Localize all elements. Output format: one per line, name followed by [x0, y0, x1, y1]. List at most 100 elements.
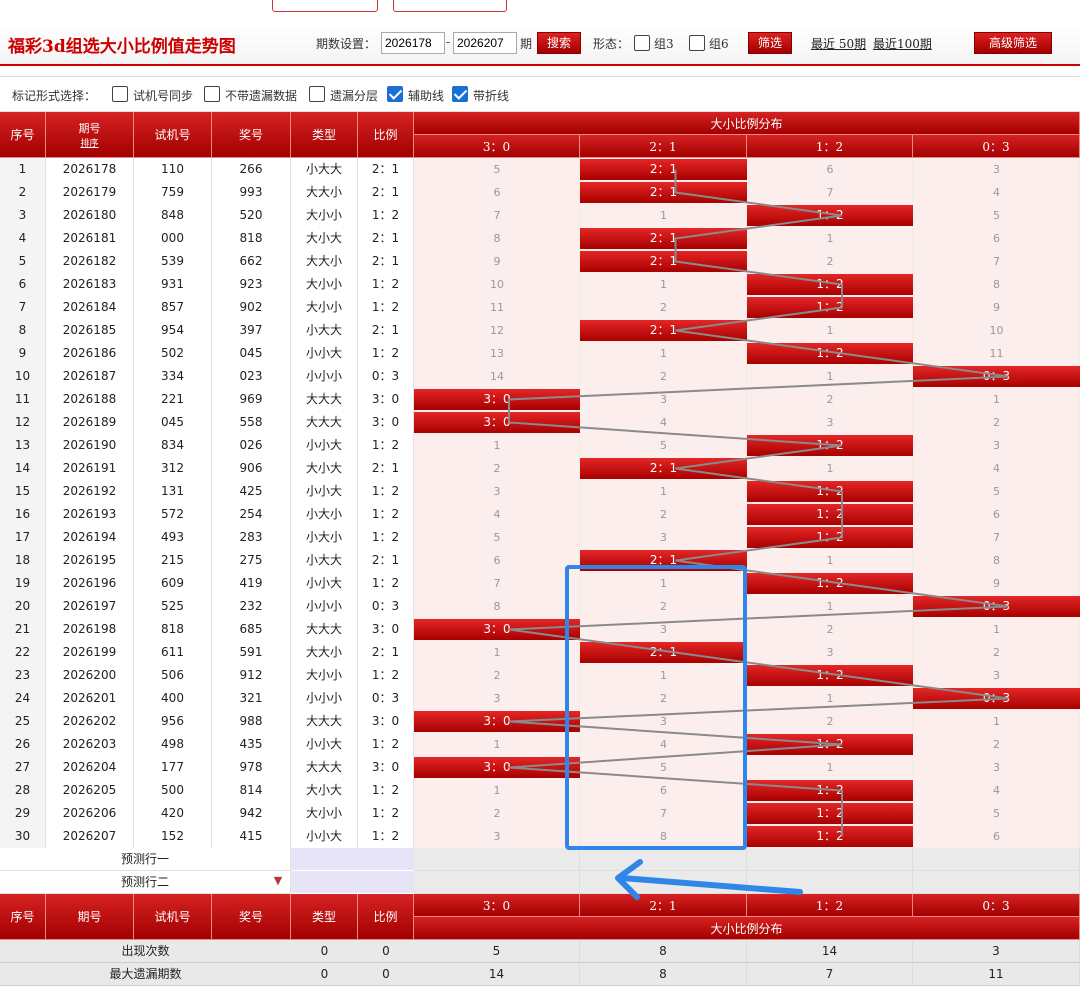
predict-cell[interactable] — [747, 871, 913, 894]
row-trial: 609 — [134, 572, 212, 595]
period-end-input[interactable] — [453, 32, 517, 54]
dist-hit-marker: 1：2 — [747, 780, 913, 801]
expand-arrow-icon[interactable]: ▼ — [270, 871, 286, 894]
miss-count: 6 — [826, 163, 834, 176]
row-ratio: 3：0 — [358, 388, 414, 411]
option-polyline-checkbox[interactable] — [452, 86, 468, 102]
row-trial: 110 — [134, 158, 212, 181]
miss-count: 2 — [826, 715, 834, 728]
trend-table: 序号 期号 排序 试机号 奖号 类型 比例 大小比例分布 3：0 2：1 1：2 0：3 1 202617… — [0, 112, 1080, 994]
row-ratio: 3：0 — [358, 618, 414, 641]
predict-cell[interactable] — [414, 848, 580, 871]
row-draw: 023 — [212, 365, 291, 388]
option-trial-sync-checkbox[interactable] — [112, 86, 128, 102]
row-trial: 152 — [134, 825, 212, 848]
miss-count: 6 — [493, 554, 501, 567]
miss-count: 1 — [493, 738, 501, 751]
search-button[interactable]: 搜索 — [537, 32, 581, 54]
row-type: 大大小 — [291, 250, 358, 273]
miss-count: 1 — [826, 370, 834, 383]
row-draw: 978 — [212, 756, 291, 779]
shape-zu6-checkbox[interactable] — [689, 35, 705, 51]
row-ratio: 1：2 — [358, 204, 414, 227]
row-seq: 25 — [0, 710, 46, 733]
predict-cell[interactable] — [913, 848, 1080, 871]
row-draw: 558 — [212, 411, 291, 434]
shape-zu3-checkbox[interactable] — [634, 35, 650, 51]
dist-hit-marker: 1：2 — [747, 274, 913, 295]
option-label: 辅助线 — [408, 89, 445, 103]
predict-cell[interactable] — [913, 871, 1080, 894]
miss-count: 3 — [826, 416, 834, 429]
predict-cell[interactable] — [747, 848, 913, 871]
option-miss-layer-checkbox[interactable] — [309, 86, 325, 102]
sort-toggle[interactable]: 排序 — [80, 136, 98, 149]
dist-hit-marker: 3：0 — [414, 711, 580, 732]
miss-count: 7 — [993, 255, 1000, 268]
row-seq: 28 — [0, 779, 46, 802]
miss-count: 10 — [490, 278, 504, 291]
row-period: 2026200 — [46, 664, 134, 687]
row-ratio: 0：3 — [358, 365, 414, 388]
miss-count: 2 — [826, 623, 834, 636]
recent-50-link[interactable]: 最近 50期 — [811, 35, 866, 52]
option-label: 试机号同步 — [133, 89, 194, 103]
top-button[interactable] — [393, 0, 507, 12]
row-period: 2026193 — [46, 503, 134, 526]
row-draw: 969 — [212, 388, 291, 411]
row-ratio: 1：2 — [358, 572, 414, 595]
row-trial: 502 — [134, 342, 212, 365]
row-seq: 15 — [0, 480, 46, 503]
option-no-miss-checkbox[interactable] — [204, 86, 220, 102]
row-ratio: 1：2 — [358, 434, 414, 457]
predict-input-area[interactable] — [291, 871, 414, 894]
row-type: 小小大 — [291, 434, 358, 457]
miss-count: 3 — [493, 485, 501, 498]
row-period: 2026186 — [46, 342, 134, 365]
filter-button[interactable]: 筛选 — [748, 32, 792, 54]
row-trial: 848 — [134, 204, 212, 227]
row-seq: 18 — [0, 549, 46, 572]
row-seq: 11 — [0, 388, 46, 411]
predict-cell[interactable] — [414, 871, 580, 894]
row-seq: 6 — [0, 273, 46, 296]
dist-hit-marker: 1：2 — [747, 573, 913, 594]
row-trial: 131 — [134, 480, 212, 503]
header-trial: 试机号 — [134, 112, 212, 158]
advanced-filter-button[interactable]: 高级筛选 — [974, 32, 1052, 54]
dist-hit-marker: 1：2 — [747, 734, 913, 755]
row-ratio: 1：2 — [358, 503, 414, 526]
row-seq: 3 — [0, 204, 46, 227]
top-button[interactable] — [272, 0, 378, 12]
recent-100-link[interactable]: 最近100期 — [873, 35, 932, 52]
period-start-input[interactable] — [381, 32, 445, 54]
dist-hit-marker: 1：2 — [747, 297, 913, 318]
row-trial: 956 — [134, 710, 212, 733]
row-draw: 906 — [212, 457, 291, 480]
dist-hit-marker: 1：2 — [747, 665, 913, 686]
predict-cell[interactable] — [580, 871, 747, 894]
row-trial: 215 — [134, 549, 212, 572]
row-ratio: 1：2 — [358, 802, 414, 825]
predict-input-area[interactable] — [291, 848, 414, 871]
predict-cell[interactable] — [580, 848, 747, 871]
footer-header-dist-col: 0：3 — [913, 894, 1080, 917]
miss-count: 6 — [993, 232, 1000, 245]
row-seq: 23 — [0, 664, 46, 687]
miss-count: 5 — [993, 485, 1000, 498]
miss-count: 1 — [826, 761, 834, 774]
header-dist-col: 2：1 — [580, 135, 747, 158]
miss-count: 4 — [993, 186, 1000, 199]
footer-header-trial: 试机号 — [134, 894, 212, 940]
row-draw: 912 — [212, 664, 291, 687]
option-guide-line-checkbox[interactable] — [387, 86, 403, 102]
row-trial: 312 — [134, 457, 212, 480]
row-seq: 26 — [0, 733, 46, 756]
dist-hit-marker: 3：0 — [414, 389, 580, 410]
row-ratio: 2：1 — [358, 227, 414, 250]
miss-count: 5 — [493, 163, 501, 176]
row-draw: 993 — [212, 181, 291, 204]
row-draw: 254 — [212, 503, 291, 526]
row-type: 小大大 — [291, 158, 358, 181]
row-ratio: 2：1 — [358, 549, 414, 572]
